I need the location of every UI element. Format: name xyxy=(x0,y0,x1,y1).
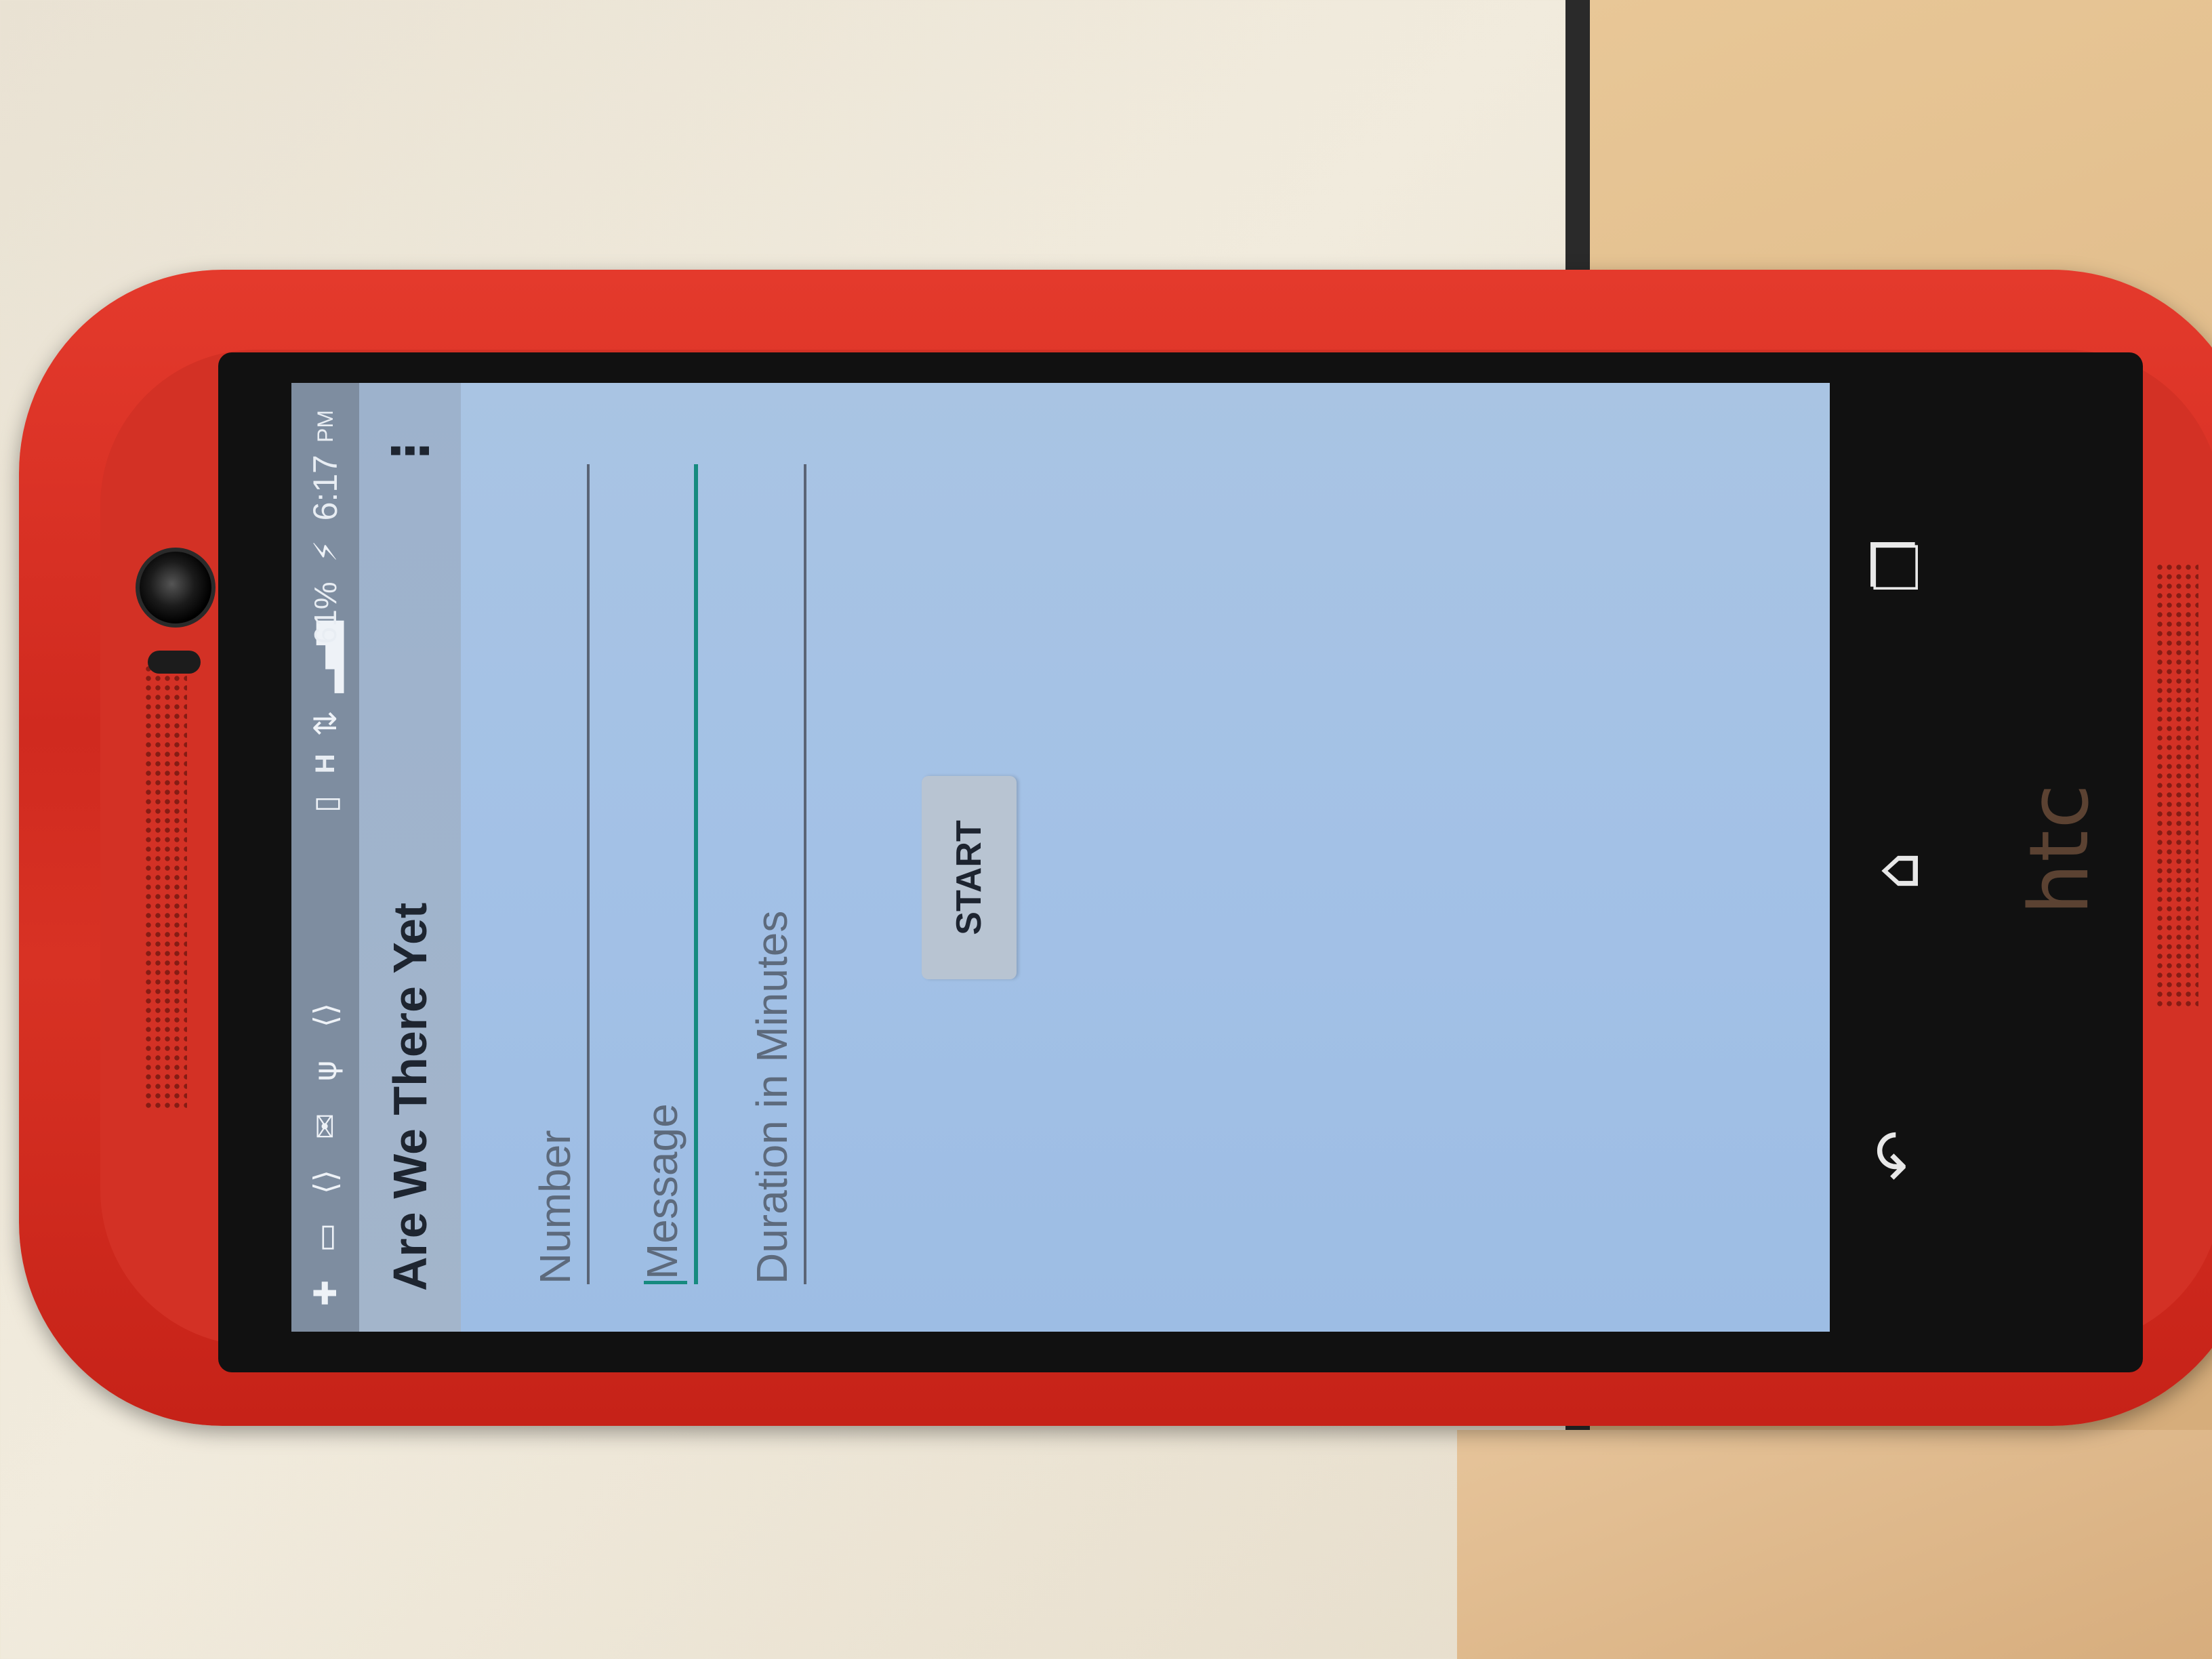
start-button[interactable]: START xyxy=(922,776,1017,979)
vibrate-icon: ▯ xyxy=(307,795,344,813)
signal-icon: ▂▄▆ xyxy=(307,621,344,693)
battery-percent: 61% xyxy=(308,581,343,644)
proximity-sensor xyxy=(148,651,201,674)
action-bar: Are We There Yet ⋮ xyxy=(359,383,461,1332)
recent-apps-icon[interactable]: ❐ xyxy=(1857,525,1938,607)
text-cursor xyxy=(644,1281,687,1284)
system-icons: ▯ H ⇅ ▂▄▆ 61% ⚡ 6:17 PM xyxy=(306,383,345,822)
app-title: Are We There Yet xyxy=(384,902,436,1291)
battery-saver-icon: ▭ xyxy=(307,1223,344,1252)
bottom-speaker-grille xyxy=(2155,562,2198,1010)
mail-icon: ✉ xyxy=(307,1113,344,1140)
home-icon[interactable]: ⌂ xyxy=(1857,830,1938,912)
network-type: H xyxy=(310,754,340,774)
notification-icons: ✚ ▭ ⟨⟩ ✉ ψ ⟨⟩ xyxy=(307,997,344,1332)
navigation-bar: ↶ ⌂ ❐ xyxy=(1830,383,1965,1332)
front-camera xyxy=(136,548,216,628)
add-notification-icon: ✚ xyxy=(307,1279,344,1307)
back-icon[interactable]: ↶ xyxy=(1857,1115,1938,1196)
status-bar: ✚ ▭ ⟨⟩ ✉ ψ ⟨⟩ ▯ H ⇅ ▂▄▆ 61% ⚡ 6:17 PM xyxy=(291,383,359,1332)
brand-logo: htc xyxy=(2013,782,2107,915)
duration-field[interactable]: Duration in Minutes xyxy=(718,464,806,1284)
app-window: ✚ ▭ ⟨⟩ ✉ ψ ⟨⟩ ▯ H ⇅ ▂▄▆ 61% ⚡ 6:17 PM Ar… xyxy=(291,383,1830,1332)
overflow-menu-icon[interactable]: ⋮ xyxy=(382,430,438,475)
message-field[interactable]: Message xyxy=(610,464,698,1284)
battery-charging-icon: ⚡ xyxy=(307,540,344,562)
usb-icon: ψ xyxy=(307,1060,344,1082)
duration-placeholder: Duration in Minutes xyxy=(747,910,796,1284)
number-field[interactable]: Number xyxy=(501,464,590,1284)
top-speaker-grille xyxy=(144,664,187,1111)
clock-time: 6:17 xyxy=(306,455,344,521)
data-transfer-icon: ⇅ xyxy=(307,710,344,737)
clock-ampm: PM xyxy=(312,410,337,443)
code-icon: ⟨⟩ xyxy=(307,1003,344,1027)
desk-surface-corner xyxy=(1457,1430,2212,1659)
code-icon: ⟨⟩ xyxy=(307,1170,344,1194)
phone-screen: ✚ ▭ ⟨⟩ ✉ ψ ⟨⟩ ▯ H ⇅ ▂▄▆ 61% ⚡ 6:17 PM Ar… xyxy=(291,383,1830,1332)
number-placeholder: Number xyxy=(531,1130,579,1284)
message-placeholder: Message xyxy=(638,1103,687,1279)
